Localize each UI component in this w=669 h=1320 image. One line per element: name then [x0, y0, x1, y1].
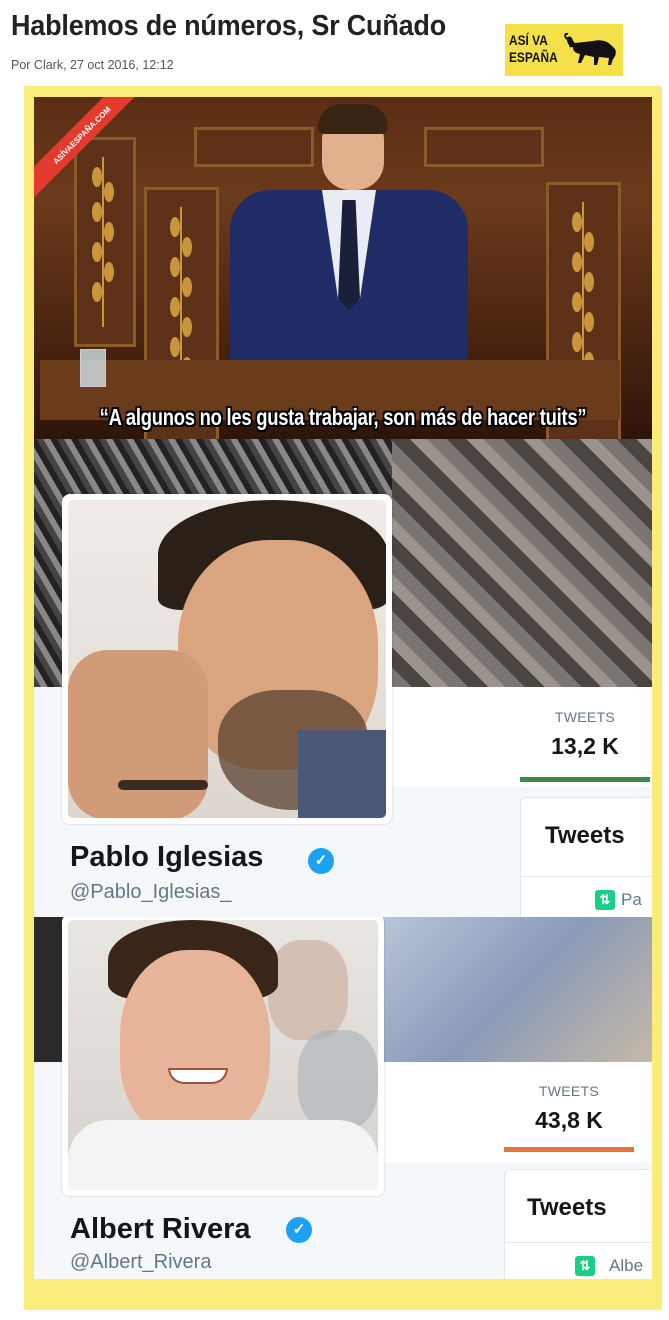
bracelet: [118, 780, 208, 790]
wall-panel: [424, 127, 544, 167]
tweets-stat-underline: [504, 1147, 634, 1152]
tweets-stat-value: 43,8 K: [535, 1107, 603, 1133]
site-logo[interactable]: ASÍ VA ESPAÑA: [505, 24, 623, 76]
hands: [68, 650, 208, 818]
retweet-preview: Albe: [609, 1256, 644, 1275]
tweets-stat-value: 13,2 K: [551, 733, 619, 759]
retweet-preview: Pa: [621, 890, 642, 909]
avatar-photo: [68, 920, 378, 1190]
tweets-tab-card[interactable]: Tweets ⇅ Albe: [504, 1169, 652, 1279]
tweets-stat-label: TWEETS: [554, 709, 616, 725]
bull-logo-icon: [564, 33, 616, 65]
shirt: [68, 1120, 378, 1190]
profile-handle[interactable]: @Pablo_Iglesias_: [70, 881, 232, 904]
tweets-tab-title: Tweets: [545, 822, 625, 849]
retweet-icon: ⇅: [575, 1256, 595, 1276]
profile-banner-right: [382, 917, 652, 1062]
divider: [521, 876, 652, 877]
watermark-ribbon: ASÍVAESPAÑA.COM: [34, 97, 144, 207]
background-person: [298, 1030, 378, 1130]
profile-banner-right: [392, 439, 652, 687]
verified-badge-icon: ✓: [286, 1217, 312, 1243]
article-title[interactable]: Hablemos de números, Sr Cuñado: [11, 10, 446, 43]
shirt: [298, 730, 386, 818]
profile-avatar[interactable]: [62, 494, 392, 824]
tweets-tab-card[interactable]: Tweets ⇅ Pa: [520, 797, 652, 917]
verified-badge-icon: ✓: [308, 848, 334, 874]
logo-text-line2: ESPAÑA: [509, 49, 558, 65]
profile-name[interactable]: Pablo Iglesias: [70, 841, 263, 874]
article-header: Hablemos de números, Sr Cuñado Por Clark…: [0, 0, 669, 86]
speaker-hair: [318, 104, 388, 134]
smile: [168, 1068, 228, 1084]
ribbon-band: [34, 97, 143, 203]
article-byline: Por Clark, 27 oct 2016, 12:12: [11, 58, 174, 72]
avatar-photo: [68, 500, 386, 818]
logo-text-line1: ASÍ VA: [509, 32, 548, 48]
profile-avatar[interactable]: [62, 917, 384, 1196]
wall-panel: [194, 127, 314, 167]
profile-name[interactable]: Albert Rivera: [70, 1213, 251, 1246]
twitter-profile-card: Tweets ⇅ Pa TWEETS 13,2 K Pablo Iglesias…: [34, 439, 652, 917]
divider: [505, 1242, 652, 1243]
background-person: [268, 940, 348, 1040]
face: [120, 950, 270, 1140]
tweets-stat-label: TWEETS: [538, 1083, 600, 1099]
profile-handle[interactable]: @Albert_Rivera: [70, 1251, 211, 1274]
tweets-tab-title: Tweets: [527, 1194, 607, 1221]
meme-caption: “A algunos no les gusta trabajar, son má…: [99, 404, 587, 430]
retweet-icon: ⇅: [595, 890, 615, 910]
water-glass: [80, 349, 106, 387]
twitter-profile-card: Tweets ⇅ Albe TWEETS 43,8 K Albert River…: [34, 917, 652, 1279]
tweets-stat-underline: [520, 777, 650, 782]
